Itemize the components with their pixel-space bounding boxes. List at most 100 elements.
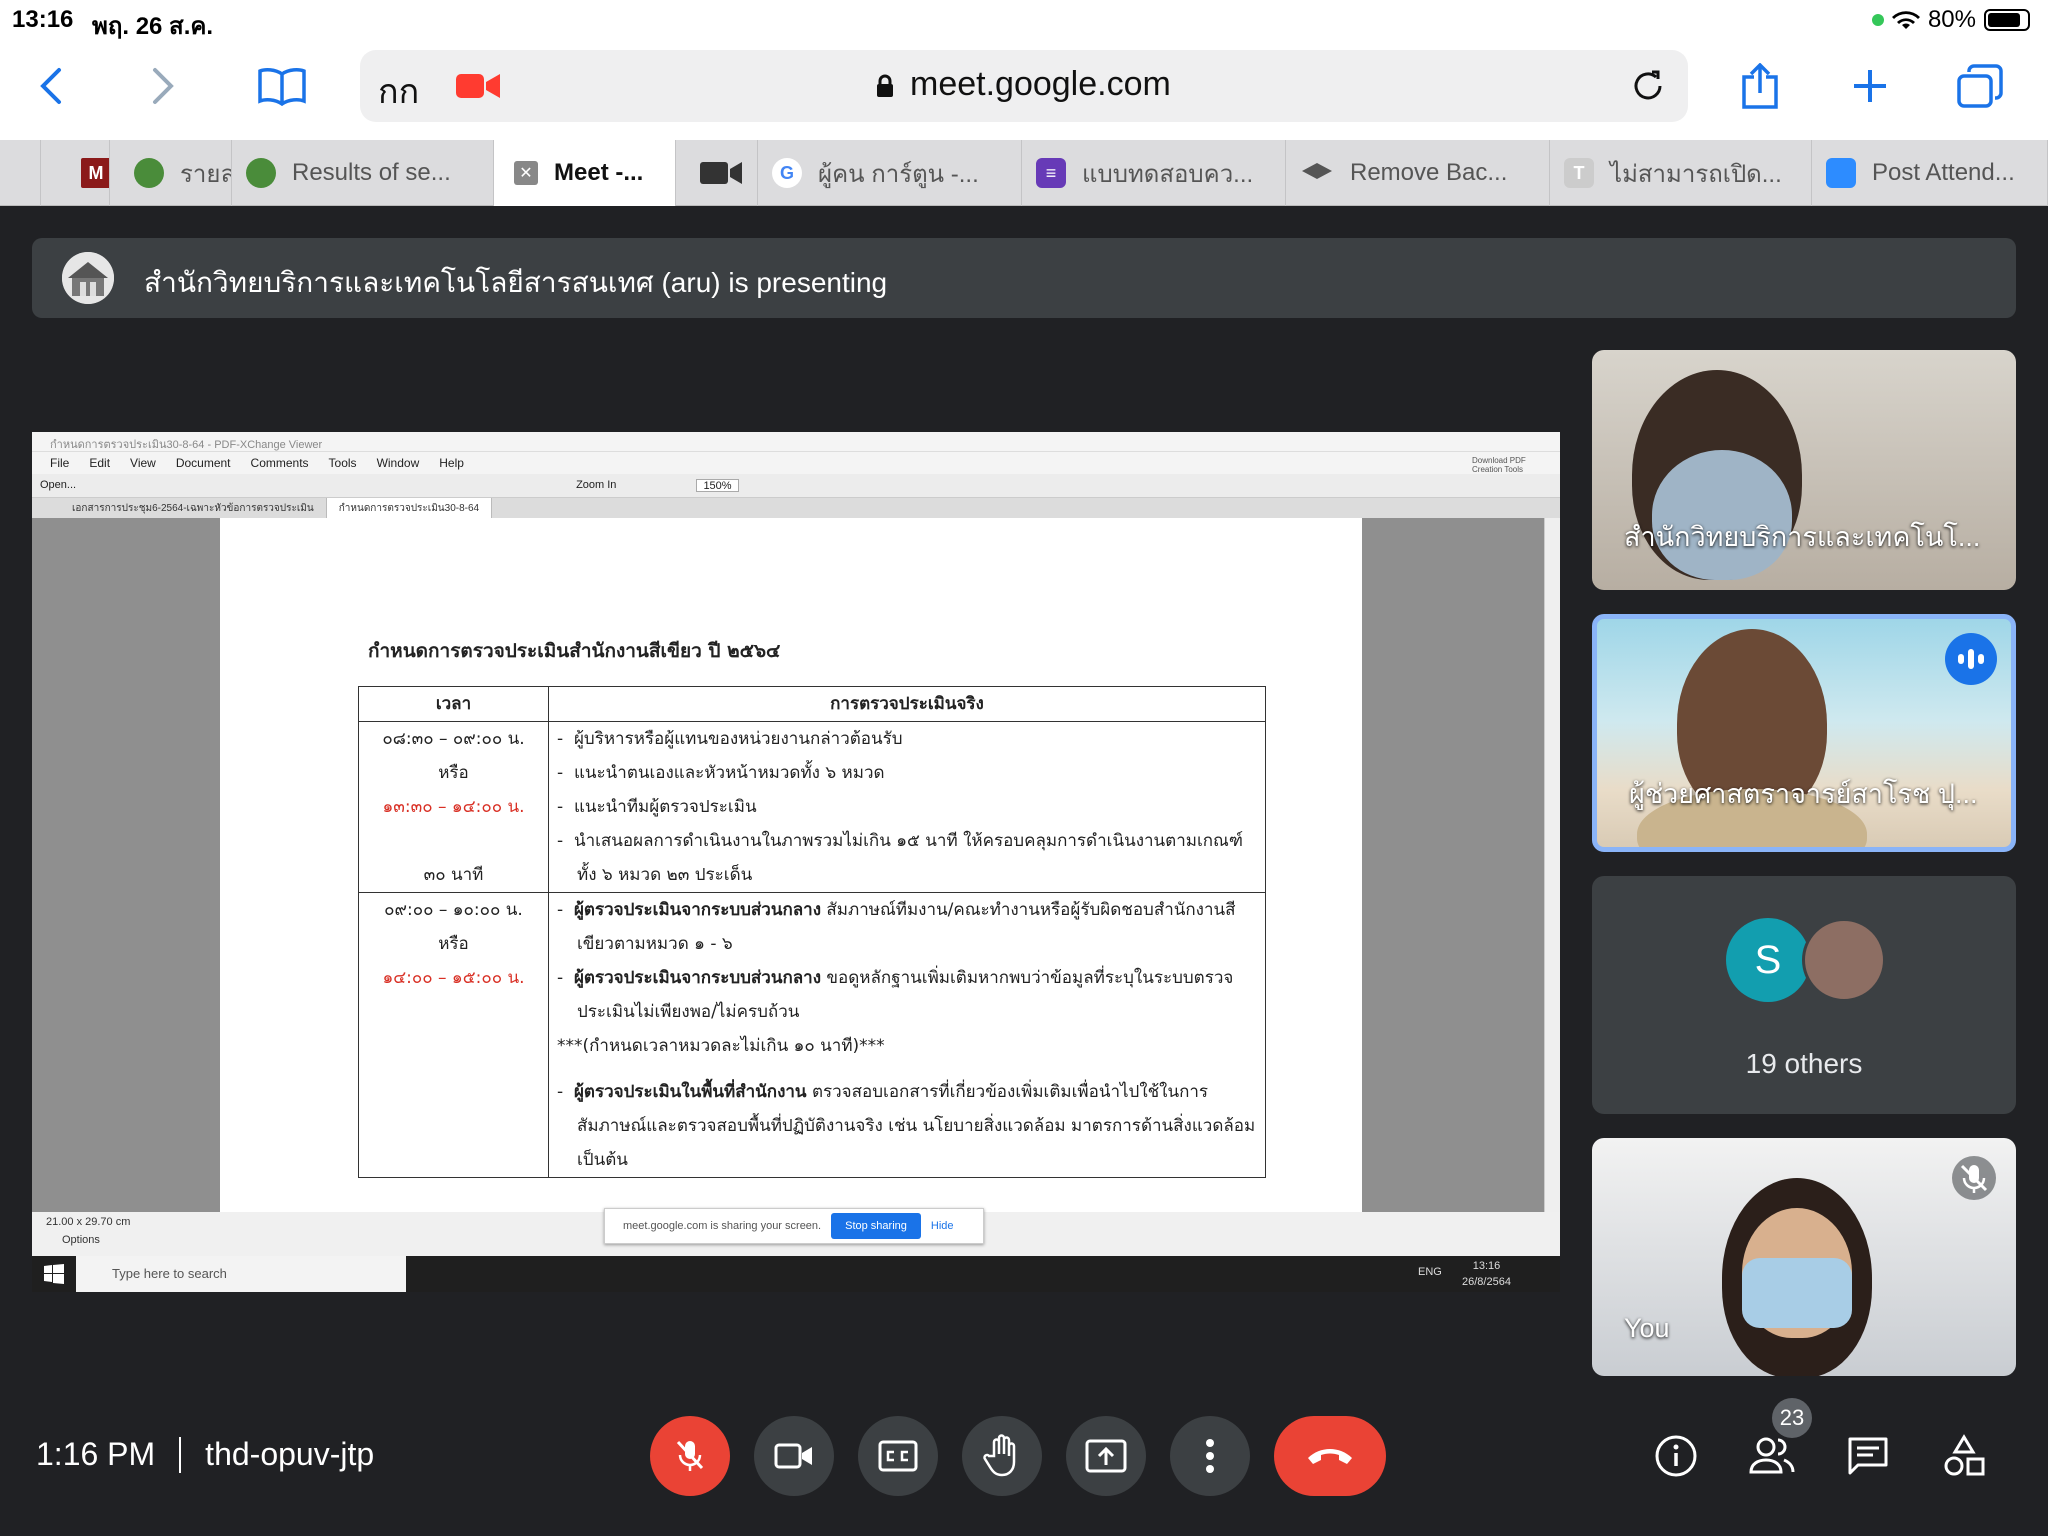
avatar: S: [1726, 918, 1810, 1002]
plus-icon: [1854, 70, 1886, 102]
zoom-in-button[interactable]: Zoom In: [576, 479, 616, 492]
note: ***(กำหนดเวลาหมวดละไม่เกิน ๑๐ นาที)***: [557, 1036, 885, 1056]
participant-name: สำนักวิทยบริการและเทคโนโ...: [1624, 522, 1981, 552]
menu-tools[interactable]: Tools: [329, 456, 357, 470]
schedule-table: เวลา การตรวจประเมินจริง ๐๘:๓๐ – ๐๙:๐๐ น.…: [358, 686, 1266, 1178]
page-size: 21.00 x 29.70 cm: [46, 1216, 131, 1228]
browser-tab-9[interactable]: Post Attend...: [1812, 140, 2048, 206]
others-tile[interactable]: S 19 others: [1592, 876, 2016, 1114]
camera-in-use-icon[interactable]: [456, 72, 500, 100]
face-mask: [1742, 1258, 1852, 1328]
clock-date: 26/8/2564: [1462, 1276, 1511, 1288]
chat-button[interactable]: [1838, 1426, 1898, 1486]
bookmarks-button[interactable]: [252, 56, 312, 116]
time-cell: ๐๙:๐๐ – ๑๐:๐๐ น. หรือ ๑๔:๐๐ – ๑๕:๐๐ น.: [358, 892, 549, 1178]
speaking-indicator-icon: [1945, 633, 1997, 685]
browser-tab-2[interactable]: Results of se...: [232, 140, 494, 206]
clock-time: 13:16: [1472, 1260, 1501, 1272]
tab-overview-button[interactable]: [1950, 56, 2010, 116]
reload-icon[interactable]: [1630, 68, 1666, 104]
windows-start-icon[interactable]: [44, 1264, 64, 1284]
menu-view[interactable]: View: [130, 456, 156, 470]
browser-tab-0[interactable]: M: [40, 140, 110, 206]
list-item: - ผู้ตรวจประเมินจากระบบส่วนกลาง สัมภาษณ์…: [557, 900, 1236, 954]
tab-favicon: [134, 158, 164, 188]
options-button[interactable]: Options: [62, 1234, 100, 1246]
participant-tile-1[interactable]: สำนักวิทยบริการและเทคโนโ...: [1592, 350, 2016, 590]
tab-label: ผู้คน การ์ตูน -...: [818, 160, 979, 188]
time-slot-alt: ๑๓:๓๐ – ๑๔:๐๐ น.: [382, 797, 525, 817]
address-bar[interactable]: กก meet.google.com: [360, 50, 1688, 122]
browser-tab-8[interactable]: T ไม่สามารถเปิด...: [1550, 140, 1812, 206]
muted-indicator: [1952, 1156, 1996, 1200]
people-icon: [1749, 1437, 1795, 1474]
shared-screen: กำหนดการตรวจประเมิน30-8-64 - PDF-XChange…: [32, 432, 1560, 1292]
people-count-badge: 23: [1772, 1398, 1812, 1438]
browser-tab-4[interactable]: [676, 140, 758, 206]
close-tab-icon[interactable]: ✕: [514, 161, 538, 185]
video-camera-icon: [700, 162, 742, 184]
status-time: 13:16: [12, 6, 74, 33]
zoom-level[interactable]: 150%: [696, 479, 739, 492]
list-item: - ผู้ตรวจประเมินจากระบบส่วนกลาง ขอดูหลัก…: [557, 968, 1234, 1022]
wifi-icon: [1891, 11, 1920, 29]
stop-sharing-button[interactable]: Stop sharing: [831, 1213, 921, 1239]
tab-label: Meet -...: [554, 159, 644, 186]
camera-toggle-button[interactable]: [754, 1416, 834, 1496]
captions-icon: [878, 1440, 918, 1472]
screen-share-bar: meet.google.com is sharing your screen. …: [604, 1208, 984, 1244]
open-button[interactable]: Open...: [40, 479, 76, 492]
layers-icon: [1302, 163, 1332, 179]
document-title: กำหนดการตรวจประเมินสำนักงานสีเขียว ปี ๒๕…: [368, 640, 781, 662]
mic-toggle-button[interactable]: [650, 1416, 730, 1496]
presenting-banner: สำนักวิทยบริการและเทคโนโลยีสารสนเทศ (aru…: [32, 238, 2016, 318]
browser-tab-meet[interactable]: ✕ Meet -...: [494, 140, 676, 206]
browser-tab-1[interactable]: รายล: [120, 140, 232, 206]
shapes-icon: [1944, 1434, 1985, 1476]
windows-taskbar: Type here to search ENG 13:16 26/8/2564: [32, 1256, 1560, 1292]
menu-window[interactable]: Window: [377, 456, 420, 470]
battery-icon: [1984, 9, 2030, 31]
menu-document[interactable]: Document: [176, 456, 231, 470]
menu-help[interactable]: Help: [439, 456, 464, 470]
more-options-button[interactable]: [1170, 1416, 1250, 1496]
status-date: พฤ. 26 ส.ค.: [92, 13, 214, 40]
taskbar-search[interactable]: Type here to search: [76, 1256, 406, 1292]
info-icon: [1655, 1435, 1697, 1477]
hide-button[interactable]: Hide: [931, 1220, 954, 1232]
pdf-scrollbar[interactable]: [1544, 518, 1560, 1212]
time-cell: ๐๘:๓๐ – ๐๙:๐๐ น. หรือ ๑๓:๓๐ – ๑๔:๐๐ น. ๓…: [358, 721, 549, 893]
meeting-details-button[interactable]: [1646, 1426, 1706, 1486]
pdf-doc-tab-2[interactable]: กำหนดการตรวจประเมิน30-8-64: [326, 498, 493, 518]
leave-call-button[interactable]: [1274, 1416, 1386, 1496]
taskbar-lang[interactable]: ENG: [1418, 1266, 1442, 1278]
browser-tab-6[interactable]: ≡ แบบทดสอบคว...: [1022, 140, 1286, 206]
activities-button[interactable]: [1934, 1426, 1994, 1486]
self-tile[interactable]: You: [1592, 1138, 2016, 1376]
ios-status-bar: 13:16 พฤ. 26 ส.ค. 80%: [0, 0, 2048, 42]
download-tools-link[interactable]: Download PDF Creation Tools: [1472, 456, 1542, 474]
forward-button[interactable]: [132, 56, 192, 116]
taskbar-clock[interactable]: 13:16 26/8/2564: [1462, 1258, 1511, 1290]
pdf-toolbar: Open... Zoom In 150%: [32, 474, 1560, 498]
time-slot: ๐๙:๐๐ – ๑๐:๐๐ น.: [384, 900, 523, 920]
menu-file[interactable]: File: [50, 456, 69, 470]
url-text[interactable]: meet.google.com: [910, 65, 1171, 104]
menu-comments[interactable]: Comments: [251, 456, 309, 470]
browser-tab-7[interactable]: Remove Bac...: [1286, 140, 1550, 206]
pdf-menu-bar: File Edit View Document Comments Tools W…: [32, 452, 1560, 474]
share-button[interactable]: [1730, 56, 1790, 116]
reader-options-button[interactable]: กก: [378, 64, 419, 118]
participant-tile-2[interactable]: ผู้ช่วยศาสตราจารย์สาโรช ปุ...: [1592, 614, 2016, 852]
pdf-window-title: กำหนดการตรวจประเมิน30-8-64 - PDF-XChange…: [32, 432, 1560, 452]
present-button[interactable]: [1066, 1416, 1146, 1496]
browser-tab-5[interactable]: G ผู้คน การ์ตูน -...: [758, 140, 1022, 206]
more-vert-icon: [1206, 1439, 1214, 1473]
meeting-time: 1:16 PM: [36, 1436, 156, 1472]
captions-button[interactable]: [858, 1416, 938, 1496]
back-button[interactable]: [22, 56, 82, 116]
menu-edit[interactable]: Edit: [89, 456, 110, 470]
raise-hand-button[interactable]: [962, 1416, 1042, 1496]
pdf-doc-tab-1[interactable]: เอกสารการประชุม6-2564-เฉพาะหัวข้อการตรวจ…: [32, 498, 327, 518]
new-tab-button[interactable]: [1840, 56, 1900, 116]
